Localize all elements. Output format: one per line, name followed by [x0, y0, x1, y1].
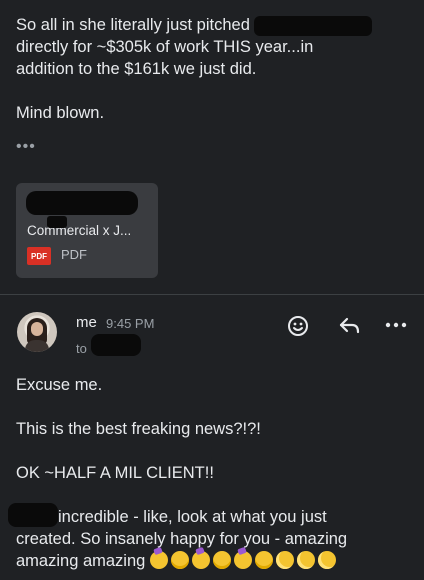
partying-face-icon [191, 551, 210, 569]
more-horizontal-icon[interactable] [384, 314, 408, 336]
star-struck-icon [254, 551, 273, 569]
star-struck-icon [212, 551, 231, 569]
reply-paragraph: incredible - like, look at what you just… [16, 506, 412, 572]
reply-arrow-icon[interactable] [338, 316, 360, 336]
reply-line: amazing amazing [16, 552, 146, 570]
reply-line-with-emojis: amazing amazing [16, 550, 412, 572]
add-reaction-icon[interactable] [286, 314, 310, 338]
reply-line: This is the best freaking news?!?! [16, 420, 261, 438]
pleading-face-icon [317, 551, 336, 569]
star-struck-icon [170, 551, 189, 569]
pleading-face-icon [296, 551, 315, 569]
partying-face-icon [233, 551, 252, 569]
pdf-attachment-card[interactable]: Commercial x J... PDF PDF [16, 183, 158, 278]
redaction [26, 191, 138, 215]
reply-line: created. So insanely happy for you - ama… [16, 530, 348, 548]
reply-line: incredible - like, look at what you just [58, 508, 327, 526]
show-trimmed-content-button[interactable]: ••• [16, 138, 36, 156]
message-line: directly for ~$305k of work THIS year...… [16, 38, 314, 56]
pleading-face-icon [275, 551, 294, 569]
previous-message-body: So all in she literally just pitched dir… [16, 14, 412, 124]
partying-face-icon [149, 551, 168, 569]
message-divider [0, 294, 424, 295]
message-line: addition to the $161k we just did. [16, 60, 257, 78]
avatar[interactable] [17, 312, 57, 352]
message-line: So all in she literally just pitched [16, 16, 250, 34]
sender-name: me [76, 314, 97, 331]
recipient-label[interactable]: to [76, 341, 87, 356]
message-line: Mind blown. [16, 104, 105, 122]
redaction [91, 334, 141, 356]
attachment-type-label: PDF [61, 247, 87, 262]
message-time: 9:45 PM [106, 316, 155, 331]
reply-line: OK ~HALF A MIL CLIENT!! [16, 464, 214, 482]
attachment-file-name: Commercial x J... [27, 223, 132, 238]
reply-line: Excuse me. [16, 376, 103, 394]
redaction [254, 15, 373, 36]
pdf-file-icon: PDF [27, 247, 51, 265]
redaction [47, 216, 67, 228]
